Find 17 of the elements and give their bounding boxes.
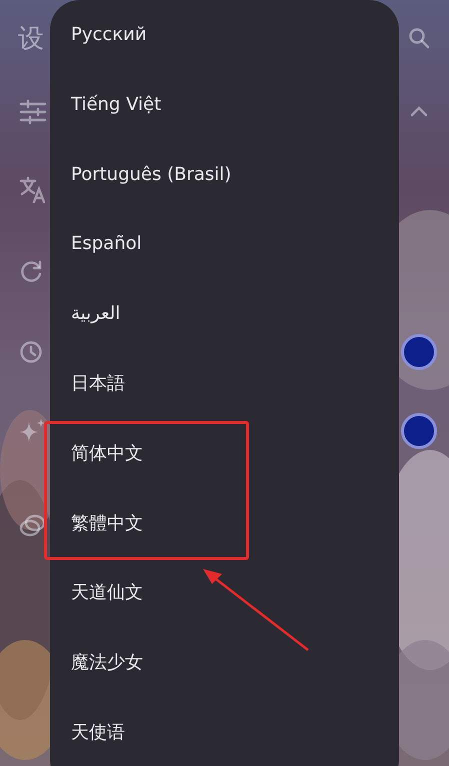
language-option[interactable]: Español: [71, 233, 142, 254]
settings-title: 设: [18, 22, 45, 56]
language-option[interactable]: Português (Brasil): [71, 164, 232, 185]
search-icon[interactable]: [407, 26, 431, 50]
language-option[interactable]: 日本語: [71, 371, 125, 396]
translate-icon[interactable]: [18, 175, 48, 205]
language-option[interactable]: 魔法少女: [71, 650, 143, 674]
language-option[interactable]: العربية: [71, 303, 120, 324]
language-option[interactable]: Русский: [71, 24, 147, 46]
language-option[interactable]: 简体中文: [71, 440, 143, 465]
language-option[interactable]: 天道仙文: [71, 580, 143, 604]
language-option[interactable]: Tiếng Việt: [71, 94, 162, 116]
language-option[interactable]: 繁體中文: [71, 510, 143, 535]
history-icon[interactable]: [18, 339, 44, 365]
refresh-icon[interactable]: [18, 259, 44, 285]
sliders-icon[interactable]: [18, 97, 48, 127]
language-option[interactable]: 天使语: [71, 720, 125, 744]
